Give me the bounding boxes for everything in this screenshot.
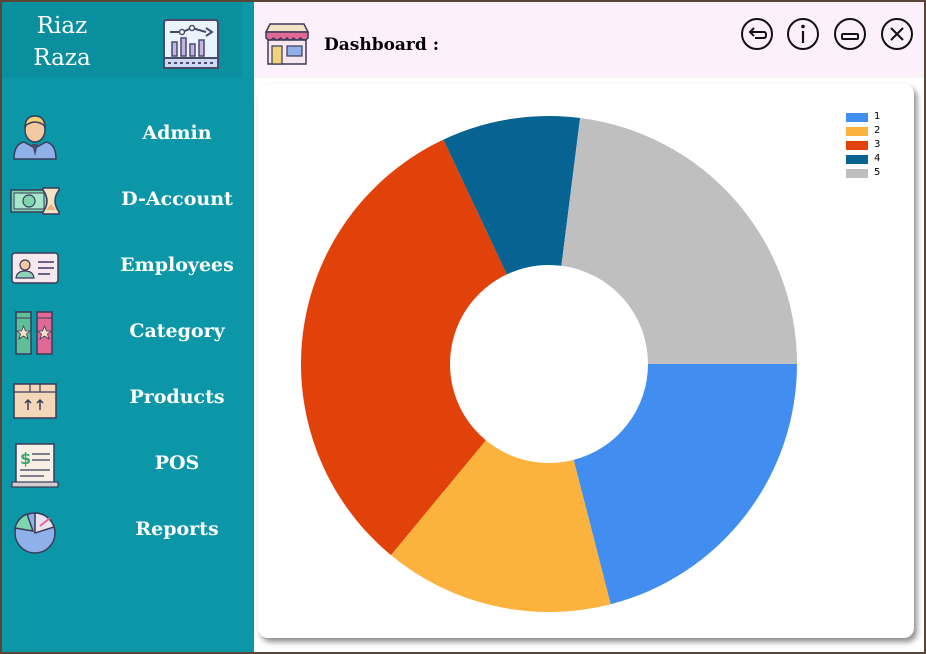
chart-legend: 1 2 3 4 5	[846, 110, 880, 180]
sidebar-item-label: Reports	[135, 518, 219, 540]
admin-user-icon	[13, 115, 57, 160]
sidebar-item-label: Products	[129, 386, 225, 408]
brand-name: Riaz Raza	[16, 10, 108, 74]
sidebar-item-label: Admin	[142, 122, 212, 144]
legend-swatch	[846, 140, 868, 150]
page-title: Dashboard :	[324, 35, 439, 55]
header-bar: Dashboard :	[254, 2, 924, 78]
sidebar-item-label: Category	[129, 320, 225, 342]
sidebar-item-reports[interactable]: Reports	[2, 502, 254, 560]
legend-swatch	[846, 112, 868, 122]
legend-item-3: 3	[846, 138, 880, 152]
id-card-icon	[11, 252, 59, 284]
dashboard-logo-icon	[163, 19, 219, 69]
pie-slice-5[interactable]	[561, 117, 797, 364]
legend-swatch	[846, 154, 868, 164]
sidebar-item-pos[interactable]: $ POS	[2, 436, 254, 494]
sidebar-item-label: Employees	[120, 254, 234, 276]
category-books-icon	[15, 311, 53, 355]
sidebar-item-products[interactable]: Products	[2, 370, 254, 428]
brand-header: Riaz Raza	[2, 2, 242, 78]
svg-text:$: $	[20, 449, 31, 468]
store-icon	[264, 23, 310, 65]
legend-label: 5	[874, 167, 881, 178]
brand-name-line2: Raza	[33, 45, 91, 71]
minimize-icon[interactable]	[832, 16, 868, 52]
sidebar-item-admin[interactable]: Admin	[2, 106, 254, 164]
sidebar-item-category[interactable]: Category	[2, 304, 254, 362]
sidebar-item-label: POS	[154, 452, 200, 474]
pie-slice-1[interactable]	[573, 364, 797, 605]
legend-swatch	[846, 168, 868, 178]
legend-item-4: 4	[846, 152, 880, 166]
info-icon[interactable]	[785, 16, 821, 52]
close-icon[interactable]	[879, 16, 915, 52]
pie-chart-icon	[14, 512, 56, 554]
app-window: Riaz Raza Admin D-Account Employees Cate…	[2, 2, 924, 652]
legend-item-1: 1	[846, 110, 880, 124]
legend-label: 4	[874, 153, 881, 164]
receipt-icon: $	[11, 443, 59, 488]
sidebar-item-label: D-Account	[121, 188, 233, 210]
sidebar: Riaz Raza Admin D-Account Employees Cate…	[2, 2, 254, 652]
donut-chart	[301, 116, 797, 612]
chart-card: 1 2 3 4 5	[258, 84, 914, 638]
legend-item-5: 5	[846, 166, 880, 180]
sidebar-item-employees[interactable]: Employees	[2, 238, 254, 296]
legend-swatch	[846, 126, 868, 136]
brand-name-line1: Riaz	[36, 13, 88, 39]
sidebar-item-d-account[interactable]: D-Account	[2, 172, 254, 230]
box-icon	[13, 383, 57, 419]
back-icon[interactable]	[739, 16, 775, 52]
main-panel: Dashboard : 1 2 3 4 5	[254, 2, 924, 652]
legend-label: 3	[874, 139, 881, 150]
legend-item-2: 2	[846, 124, 880, 138]
legend-label: 1	[874, 111, 881, 122]
legend-label: 2	[874, 125, 881, 136]
money-hourglass-icon	[10, 187, 60, 215]
